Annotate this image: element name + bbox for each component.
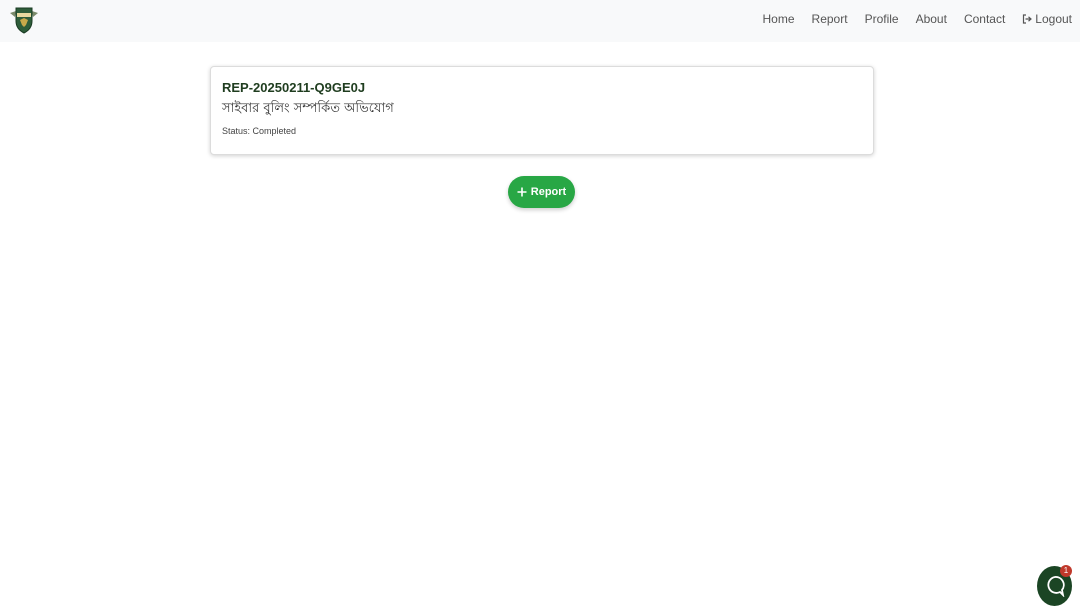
ncw-shield-logo-icon[interactable] xyxy=(8,5,40,35)
report-status: Status: Completed xyxy=(222,126,297,136)
report-card[interactable]: REP-20250211-Q9GE0J সাইবার বুলিং সম্পর্ক… xyxy=(210,66,874,155)
nav-home-label: Home xyxy=(762,12,795,26)
report-id: REP-20250211-Q9GE0J xyxy=(222,80,366,95)
nav-profile[interactable]: Profile xyxy=(865,12,899,26)
nav-contact-label: Contact xyxy=(963,12,1006,26)
chat-notification-badge: 1 xyxy=(1060,565,1072,577)
add-report-button[interactable]: Report xyxy=(508,176,575,208)
nav-profile-label: Profile xyxy=(864,12,899,26)
nav-about-label: About xyxy=(915,12,947,26)
add-report-label: Report xyxy=(530,186,567,198)
plus-icon xyxy=(517,187,527,197)
nav-report-label: Report xyxy=(811,12,848,26)
nav-logout[interactable]: Logout xyxy=(1022,12,1072,26)
logout-icon xyxy=(1023,14,1033,24)
nav-logout-label: Logout xyxy=(1035,12,1072,26)
nav-home[interactable]: Home xyxy=(763,12,795,26)
chat-bubble-icon xyxy=(1047,576,1065,597)
nav-links: Home Report Profile About Contact Logout xyxy=(763,0,1072,38)
nav-about[interactable]: About xyxy=(916,12,947,26)
top-navbar: Home Report Profile About Contact Logout xyxy=(0,0,1080,42)
nav-report[interactable]: Report xyxy=(812,12,848,26)
report-title: সাইবার বুলিং সম্পর্কিত অভিযোগ xyxy=(222,101,394,116)
nav-contact[interactable]: Contact xyxy=(964,12,1005,26)
